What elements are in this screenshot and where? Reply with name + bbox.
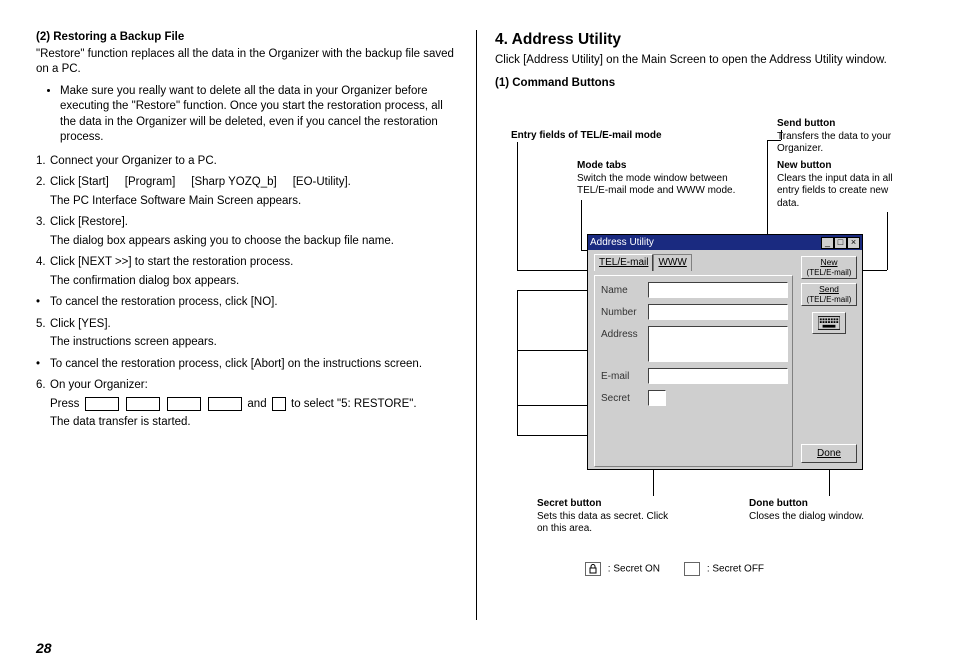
input-address[interactable] <box>648 326 788 362</box>
leader-line <box>767 140 781 141</box>
left-column: (2) Restoring a Backup File "Restore" fu… <box>36 30 476 620</box>
leader-line <box>517 405 587 406</box>
new-button[interactable]: New (TEL/E-mail) <box>801 256 857 279</box>
maximize-icon[interactable]: □ <box>834 237 847 249</box>
page-number: 28 <box>36 640 52 656</box>
input-number[interactable] <box>648 304 788 320</box>
label-address: Address <box>601 326 643 342</box>
leader-line <box>517 435 587 436</box>
leader-line <box>517 142 518 270</box>
step-1: 1. Connect your Organizer to a PC. <box>36 154 458 170</box>
callout-secret-button: Secret button Sets this data as secret. … <box>537 498 682 536</box>
label-secret: Secret <box>601 390 643 406</box>
callout-new-button: New button Clears the input data in all … <box>777 160 897 210</box>
step4-cancel-bullet: To cancel the restoration process, click… <box>36 295 458 311</box>
input-name[interactable] <box>648 282 788 298</box>
warning-bullet: Make sure you really want to delete all … <box>60 84 458 146</box>
button-panel: New (TEL/E-mail) Send (TEL/E-mail) <box>796 250 862 469</box>
step-2: 2. Click [Start] [Program] [Sharp YOZQ_b… <box>36 175 458 209</box>
mode-tabs: TEL/E-mail WWW <box>594 254 793 271</box>
leader-line <box>517 350 587 351</box>
leader-line <box>517 290 518 435</box>
restore-intro: "Restore" function replaces all the data… <box>36 47 458 78</box>
secret-legend: : Secret ON : Secret OFF <box>585 562 764 576</box>
step5-cancel-bullet: To cancel the restoration process, click… <box>36 357 458 373</box>
leader-line <box>517 270 587 271</box>
callout-done-button: Done button Closes the dialog window. <box>749 498 899 523</box>
leader-line <box>781 130 782 140</box>
leader-line <box>581 200 582 250</box>
address-utility-intro: Click [Address Utility] on the Main Scre… <box>495 53 918 69</box>
step-4: 4. Click [NEXT >>] to start the restorat… <box>36 255 458 289</box>
address-utility-window: Address Utility _ □ × TEL/E-mail WWW Nam… <box>587 234 863 470</box>
window-title: Address Utility <box>590 236 654 250</box>
callout-send-button: Send button Transfers the data to your O… <box>777 118 897 156</box>
steps-list: 1. Connect your Organizer to a PC. 2. Cl… <box>36 154 458 431</box>
step-5: 5. Click [YES]. The instructions screen … <box>36 317 458 351</box>
command-buttons-heading: (1) Command Buttons <box>495 76 918 92</box>
callout-entry-fields: Entry fields of TEL/E-mail mode <box>511 130 681 143</box>
label-email: E-mail <box>601 368 643 384</box>
keycap-icon <box>126 397 160 411</box>
address-utility-heading: 4. Address Utility <box>495 30 918 51</box>
tab-www[interactable]: WWW <box>653 254 691 271</box>
done-button[interactable]: Done <box>801 444 857 464</box>
lock-icon <box>585 562 601 576</box>
step-6: 6. On your Organizer: Press and to selec… <box>36 378 458 431</box>
callout-mode-tabs: Mode tabs Switch the mode window between… <box>577 160 747 198</box>
input-email[interactable] <box>648 368 788 384</box>
warning-list: Make sure you really want to delete all … <box>36 84 458 146</box>
step-3: 3. Click [Restore]. The dialog box appea… <box>36 215 458 249</box>
close-icon[interactable]: × <box>847 237 860 249</box>
window-titlebar[interactable]: Address Utility _ □ × <box>588 235 862 250</box>
keycap-icon <box>272 397 286 411</box>
send-button[interactable]: Send (TEL/E-mail) <box>801 283 857 306</box>
restore-heading: (2) Restoring a Backup File <box>36 30 458 46</box>
keycap-icon <box>85 397 119 411</box>
label-number: Number <box>601 304 643 320</box>
leader-line <box>517 290 587 291</box>
right-column: 4. Address Utility Click [Address Utilit… <box>477 30 918 620</box>
keycap-icon <box>167 397 201 411</box>
keycap-icon <box>208 397 242 411</box>
step-6-press-line: Press and to select "5: RESTORE". <box>50 397 458 413</box>
secret-toggle[interactable] <box>648 390 666 406</box>
tab-tel-email[interactable]: TEL/E-mail <box>594 254 653 271</box>
empty-box-icon <box>684 562 700 576</box>
label-name: Name <box>601 282 643 298</box>
leader-line <box>887 212 888 270</box>
keyboard-icon[interactable] <box>812 312 846 334</box>
minimize-icon[interactable]: _ <box>821 237 834 249</box>
tab-content: Name Number Address E-mail <box>594 275 793 467</box>
